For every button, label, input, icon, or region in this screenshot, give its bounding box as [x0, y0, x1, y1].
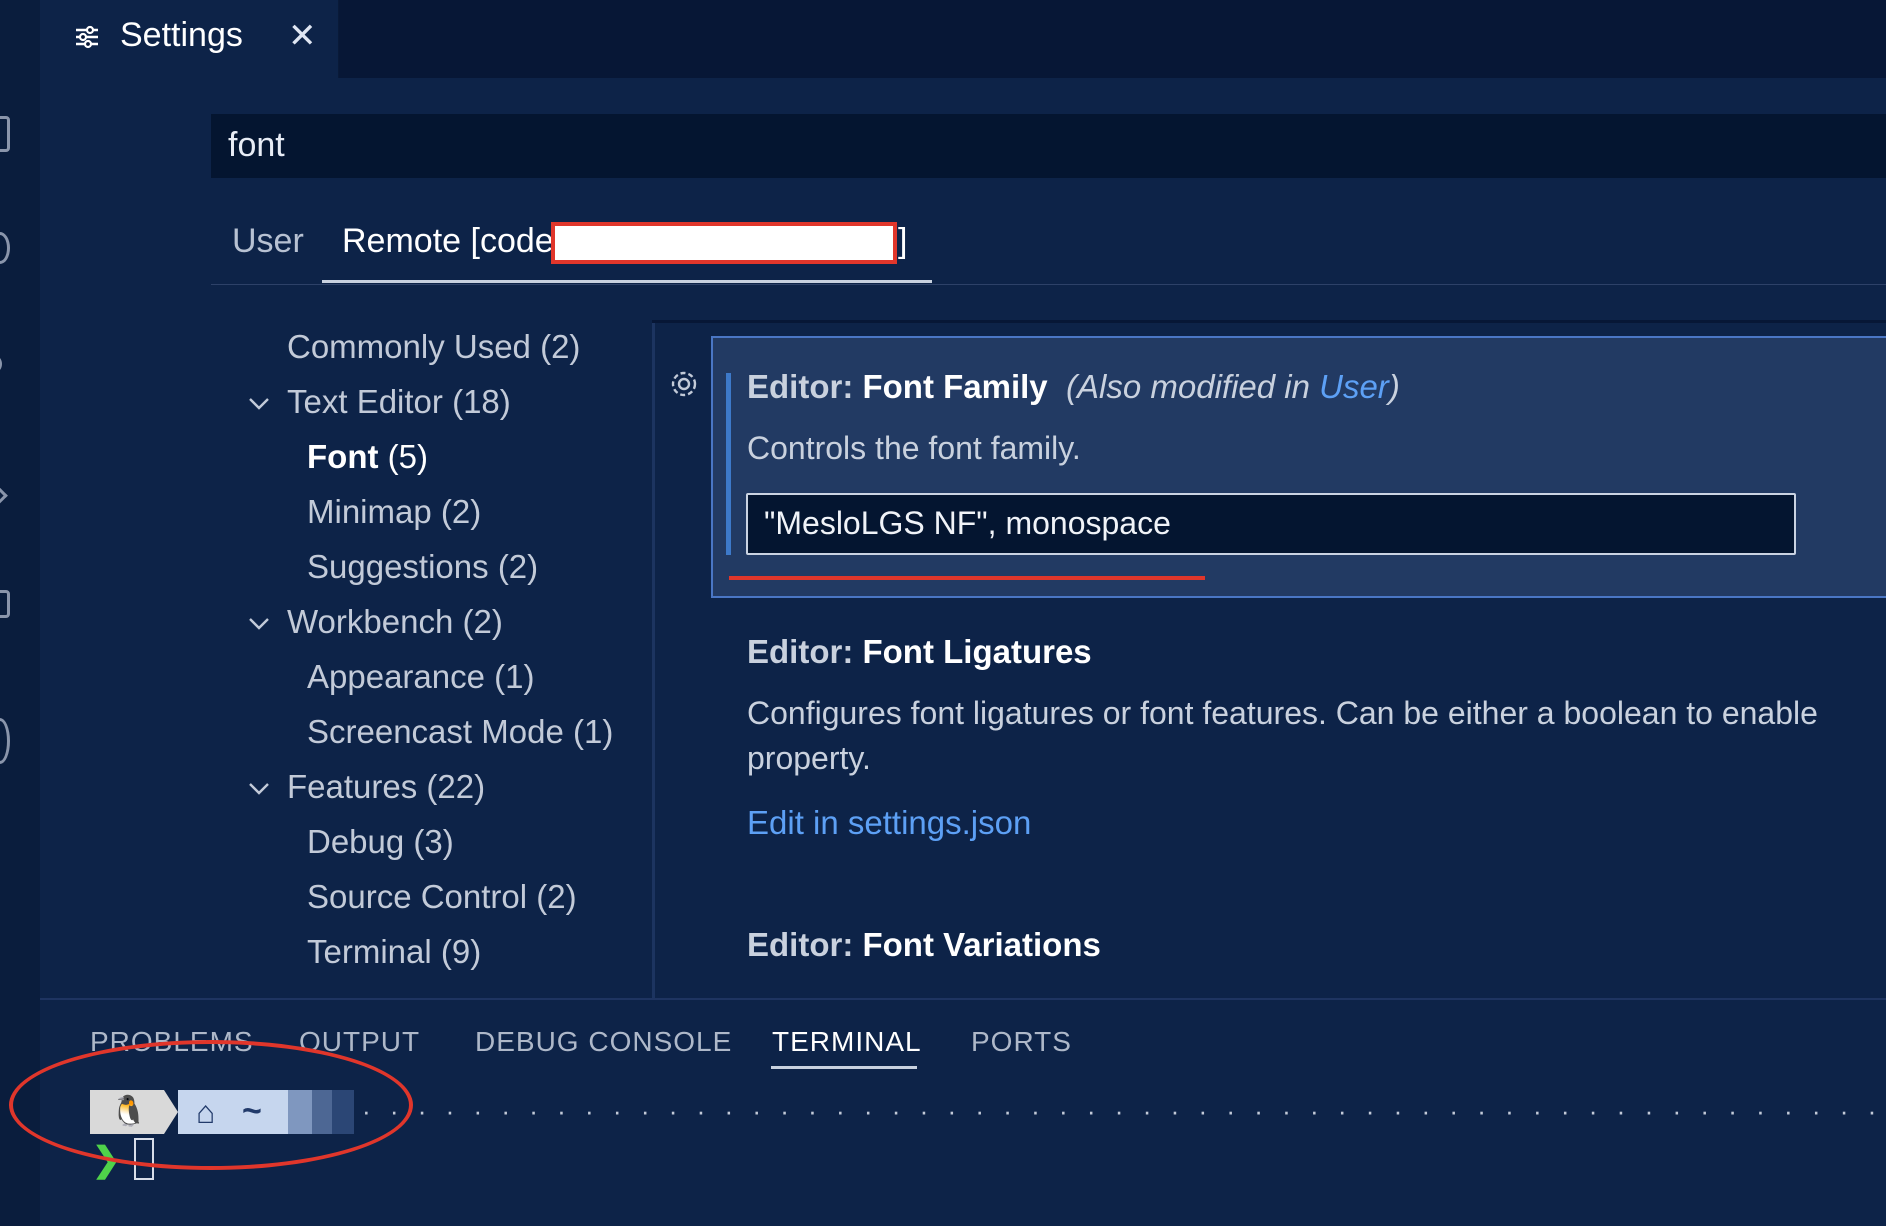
- toc-item-features[interactable]: Features (22): [287, 768, 485, 806]
- toc-item-debug[interactable]: Debug (3): [307, 823, 454, 861]
- search-input-value: font: [228, 126, 285, 164]
- source-control-icon[interactable]: [0, 356, 2, 372]
- setting-title-font-family: Editor: Font Family (Also modified in Us…: [747, 368, 1400, 405]
- gear-icon[interactable]: [666, 366, 702, 402]
- panel-divider: [40, 998, 1886, 1000]
- edit-in-settings-json-link[interactable]: Edit in settings.json: [747, 804, 1031, 842]
- redacted-remote-name: [551, 222, 897, 264]
- tab-title: Settings: [120, 16, 243, 54]
- chevron-down-icon[interactable]: [248, 777, 270, 799]
- toc-item-text-editor[interactable]: Text Editor (18): [287, 383, 511, 421]
- activity-bar: [0, 0, 40, 1226]
- toc-item-workbench[interactable]: Workbench (2): [287, 603, 503, 641]
- toc-item-appearance[interactable]: Appearance (1): [307, 658, 535, 696]
- search-view-icon[interactable]: [0, 232, 10, 264]
- tab-ports[interactable]: PORTS: [971, 1026, 1072, 1058]
- toc-item-suggestions[interactable]: Suggestions (2): [307, 548, 538, 586]
- settings-search-input[interactable]: font: [211, 114, 1886, 178]
- remote-explorer-icon[interactable]: [0, 590, 10, 618]
- annotation-underline: [729, 576, 1205, 580]
- explorer-icon[interactable]: [0, 116, 10, 152]
- run-debug-icon[interactable]: [0, 482, 8, 505]
- setting-description-cont: property.: [747, 740, 871, 776]
- setting-title-font-variations: Editor: Font Variations: [747, 926, 1101, 963]
- scope-divider: [211, 284, 1886, 285]
- setting-description: Configures font ligatures or font featur…: [747, 695, 1818, 731]
- tab-user-settings[interactable]: User: [232, 222, 304, 261]
- active-scope-indicator: [322, 280, 932, 283]
- close-icon[interactable]: ✕: [288, 16, 317, 56]
- extensions-icon[interactable]: [0, 718, 10, 764]
- tab-remote-settings[interactable]: Remote [code: [342, 222, 554, 261]
- font-family-value: "MesloLGS NF", monospace: [764, 505, 1171, 541]
- prompt-filler: · · · · · · · · · · · · · · · · · · · · …: [362, 1096, 1886, 1126]
- setting-title-font-ligatures: Editor: Font Ligatures: [747, 633, 1092, 670]
- font-family-input[interactable]: "MesloLGS NF", monospace: [746, 493, 1796, 555]
- tab-terminal[interactable]: TERMINAL: [772, 1026, 922, 1058]
- toc-item-font[interactable]: Font (5): [307, 438, 428, 476]
- tab-remote-settings-end: ]: [898, 222, 908, 260]
- user-settings-link[interactable]: User: [1319, 368, 1389, 405]
- settings-sliders-icon: [76, 25, 98, 49]
- toc-item-source-control[interactable]: Source Control (2): [307, 878, 577, 916]
- active-panel-indicator: [771, 1066, 917, 1069]
- toc-item-commonly-used[interactable]: Commonly Used (2): [287, 328, 580, 366]
- tab-settings[interactable]: Settings ✕: [40, 0, 339, 78]
- setting-description: Controls the font family.: [747, 430, 1081, 466]
- toc-item-minimap[interactable]: Minimap (2): [307, 493, 481, 531]
- chevron-down-icon[interactable]: [248, 392, 270, 414]
- modified-indicator: [726, 373, 731, 555]
- toc-item-screencast-mode[interactable]: Screencast Mode (1): [307, 713, 613, 751]
- annotation-circle: [9, 1040, 413, 1170]
- toc-item-terminal[interactable]: Terminal (9): [307, 933, 481, 971]
- chevron-down-icon[interactable]: [248, 612, 270, 634]
- toc-divider: [652, 320, 655, 998]
- tab-debug-console[interactable]: DEBUG CONSOLE: [475, 1026, 732, 1058]
- settings-list-top-border: [652, 320, 1886, 323]
